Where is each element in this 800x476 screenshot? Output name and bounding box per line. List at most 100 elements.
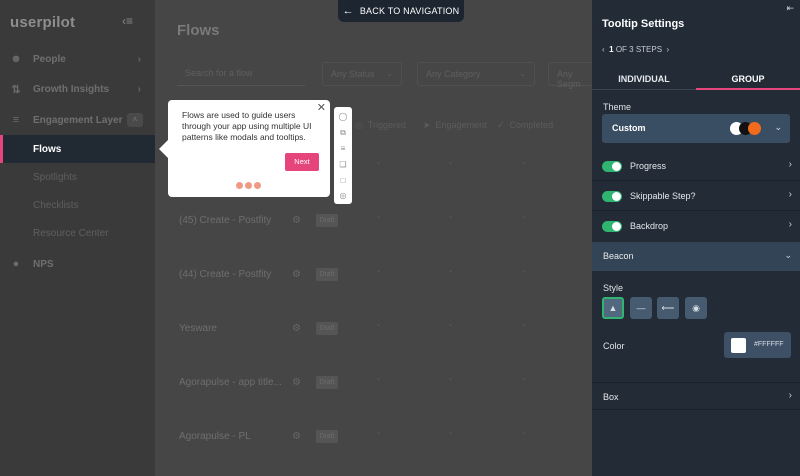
chevron-right-icon: ›	[788, 219, 792, 230]
progress-toggle-row[interactable]: Progress ›	[592, 151, 800, 181]
sidebar-item-spotlights[interactable]: Spotlights	[33, 172, 77, 183]
backdrop-toggle[interactable]	[602, 221, 622, 232]
step-current: 1	[609, 45, 614, 54]
triggered-icon: ◎	[355, 120, 363, 130]
align-icon[interactable]: ≡	[338, 144, 348, 153]
sidebar-item-nps[interactable]: ● NPS	[0, 250, 155, 278]
box-section-row[interactable]: Box ›	[592, 382, 800, 410]
sidebar-item-label: Growth Insights	[33, 83, 110, 95]
status-badge: Draft	[316, 214, 338, 227]
gear-icon[interactable]: ⚙	[292, 377, 301, 388]
chevron-down-icon: ⌄	[519, 69, 526, 78]
nps-icon: ●	[12, 258, 20, 270]
sidebar-item-flows[interactable]: Flows	[0, 135, 155, 163]
status-filter[interactable]: Any Status ⌄	[322, 62, 402, 86]
collapse-sidebar-icon[interactable]: ‹≡	[122, 14, 133, 28]
sidebar-item-checklists[interactable]: Checklists	[33, 200, 79, 211]
step-navigator: ‹ 1 OF 3 STEPS ›	[602, 45, 669, 54]
beacon-style-triangle[interactable]: ▲	[602, 297, 624, 319]
chevron-down-icon: ⌄	[784, 250, 792, 260]
beacon-color-picker[interactable]: #FFFFFF	[724, 332, 791, 358]
sidebar-item-growth-insights[interactable]: ⇅ Growth Insights ›	[0, 75, 155, 103]
next-step-icon[interactable]: ›	[667, 45, 670, 54]
theme-label: Theme	[603, 102, 632, 112]
chevron-right-icon: ›	[137, 83, 141, 95]
cell-completed: -	[522, 320, 526, 331]
cell-completed: -	[522, 428, 526, 439]
chevron-down-icon: ⌄	[774, 122, 782, 132]
back-to-navigation-button[interactable]: ← BACK TO NAVIGATION	[338, 0, 464, 22]
cell-triggered: -	[377, 212, 381, 223]
back-to-navigation-label: BACK TO NAVIGATION	[359, 6, 460, 16]
chevron-right-icon: ›	[788, 159, 792, 170]
target-icon[interactable]: ◎	[338, 191, 348, 200]
page-title: Flows	[177, 22, 220, 39]
segment-filter[interactable]: Any Segm	[548, 62, 592, 89]
beacon-style-line[interactable]: —	[630, 297, 652, 319]
beacon-label: Beacon	[603, 251, 634, 261]
column-triggered: ◎ Triggered	[355, 120, 406, 131]
userpilot-logo: userpilot	[10, 14, 76, 31]
panel-title: Tooltip Settings	[602, 18, 685, 30]
duplicate-icon[interactable]: ❏	[338, 160, 348, 169]
cell-completed: -	[522, 374, 526, 385]
chevron-up-icon[interactable]: ˄	[127, 113, 143, 127]
tab-individual[interactable]: INDIVIDUAL	[592, 68, 696, 90]
tooltip-text[interactable]: Flows are used to guide users through yo…	[182, 110, 316, 143]
status-badge: Draft	[316, 430, 338, 443]
layers-icon: ≡	[12, 114, 20, 126]
flow-name[interactable]: Agorapulse - PL	[179, 431, 251, 442]
prev-step-icon[interactable]: ‹	[602, 45, 605, 54]
flow-name[interactable]: (45) Create - Postfity	[179, 215, 271, 226]
sidebar-item-resource-center[interactable]: Resource Center	[33, 228, 109, 239]
cell-triggered: -	[377, 374, 381, 385]
cell-engagement: -	[449, 374, 453, 385]
category-filter[interactable]: Any Category ⌄	[417, 62, 535, 86]
tab-group[interactable]: GROUP	[696, 68, 800, 90]
gear-icon[interactable]: ⚙	[292, 215, 301, 226]
chart-icon: ⇅	[11, 83, 21, 96]
beacon-section-header[interactable]: Beacon ⌄	[592, 242, 800, 271]
main-content: Flows Search for a flow Any Status ⌄ Any…	[155, 0, 592, 476]
cell-completed: -	[522, 158, 526, 169]
collapse-panel-icon[interactable]: ⇤	[786, 3, 794, 14]
color-hex-value: #FFFFFF	[754, 341, 784, 348]
flow-name[interactable]: Yesware	[179, 323, 217, 334]
backdrop-toggle-row[interactable]: Backdrop ›	[592, 211, 800, 241]
gear-icon[interactable]: ⚙	[292, 269, 301, 280]
skippable-toggle-row[interactable]: Skippable Step? ›	[592, 181, 800, 211]
cell-triggered: -	[377, 158, 381, 169]
sidebar-item-people[interactable]: ☻ People ›	[0, 45, 155, 73]
flow-name[interactable]: (44) Create - Postfity	[179, 269, 271, 280]
progress-dots	[236, 182, 261, 189]
theme-select[interactable]: Custom ⌄	[602, 114, 790, 143]
cell-engagement: -	[449, 428, 453, 439]
cell-triggered: -	[377, 266, 381, 277]
gear-icon[interactable]: ⚙	[292, 431, 301, 442]
beacon-style-arrow[interactable]: ⟵	[657, 297, 679, 319]
beacon-style-dot[interactable]: ◉	[685, 297, 707, 319]
copy-icon[interactable]: ⧉	[338, 128, 348, 138]
cell-completed: -	[522, 212, 526, 223]
bookmark-icon[interactable]: □	[338, 176, 348, 185]
shield-icon[interactable]: ◯	[338, 112, 348, 121]
box-label: Box	[603, 392, 619, 402]
skippable-toggle[interactable]	[602, 191, 622, 202]
gear-icon[interactable]: ⚙	[292, 323, 301, 334]
theme-value: Custom	[612, 123, 646, 133]
sidebar-item-label: People	[33, 53, 66, 65]
tooltip-settings-panel: ⇤ Tooltip Settings ‹ 1 OF 3 STEPS › INDI…	[592, 0, 800, 476]
close-icon[interactable]: ✕	[317, 101, 326, 114]
chevron-down-icon: ⌄	[386, 69, 393, 78]
cell-engagement: -	[449, 212, 453, 223]
flow-name[interactable]: Agorapulse - app title...	[179, 377, 282, 388]
sidebar-item-label: Engagement Layer	[33, 114, 123, 126]
tooltip-popup: ✕ Flows are used to guide users through …	[168, 100, 330, 197]
tooltip-pointer	[159, 140, 168, 158]
category-filter-label: Any Category	[426, 69, 481, 79]
cell-completed: -	[522, 266, 526, 277]
search-input[interactable]: Search for a flow	[177, 62, 305, 86]
next-button[interactable]: Next	[285, 153, 319, 171]
cell-engagement: -	[449, 320, 453, 331]
progress-toggle[interactable]	[602, 161, 622, 172]
